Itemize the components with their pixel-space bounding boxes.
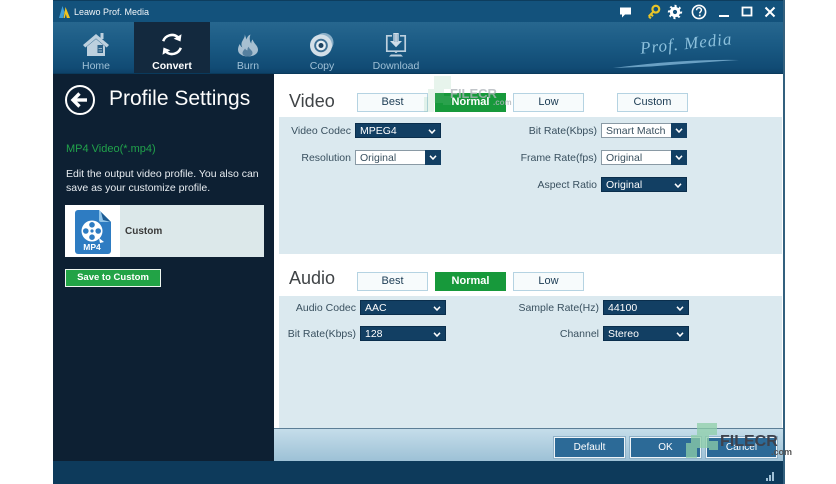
svg-text:MP4: MP4 <box>83 242 101 252</box>
